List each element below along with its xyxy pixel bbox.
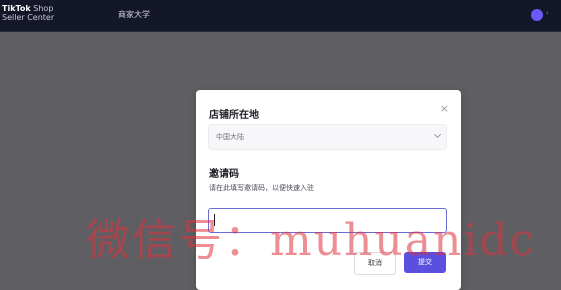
invite-code-heading: 邀请码 [209, 169, 239, 180]
watermark-text: 微信号：muhuanidc [86, 215, 537, 266]
avatar[interactable] [531, 9, 543, 21]
top-navigation-bar: TikTok Shop Seller Center 商家大学 › [0, 0, 561, 32]
logo-line-2: Seller Center [2, 13, 55, 22]
dialog-title: 店铺所在地 [209, 110, 259, 121]
region-select[interactable]: 中国大陆 [208, 124, 447, 150]
avatar-menu-icon[interactable]: › [546, 9, 549, 17]
logo-line-1: TikTok Shop [2, 4, 54, 13]
nav-merchant-university[interactable]: 商家大学 [118, 9, 150, 20]
close-icon[interactable]: × [440, 102, 449, 115]
invite-code-description: 请在此填写邀请码，以便快速入驻 [209, 184, 314, 192]
chevron-down-icon [433, 130, 442, 139]
region-select-value: 中国大陆 [216, 133, 244, 141]
tiktok-shop-logo[interactable]: TikTok Shop Seller Center [2, 4, 72, 22]
